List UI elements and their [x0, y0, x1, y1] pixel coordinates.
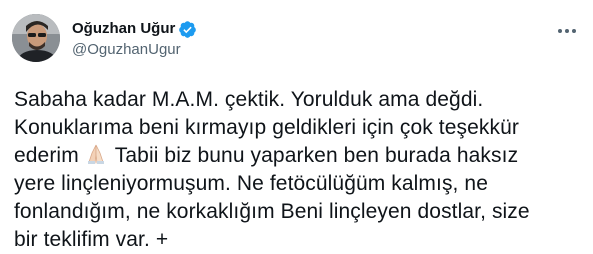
- profile-photo-icon: [12, 14, 60, 62]
- more-options-icon: [558, 29, 576, 33]
- verified-badge-icon: [178, 20, 197, 39]
- folded-hands-emoji-icon: [83, 143, 109, 165]
- tweet-line: Konuklarıma beni kırmayıp geldikleri içi…: [14, 116, 519, 139]
- tweet-line: bir teklifim var. +: [14, 226, 586, 254]
- tweet-line-segment: bir teklifim var. +: [14, 228, 169, 251]
- tweet-line: fonlandığım, ne korkaklığım Beni linçley…: [14, 200, 530, 223]
- user-handle[interactable]: @OguzhanUgur: [72, 40, 197, 60]
- tweet-line: Sabaha kadar M.A.M. çektik. Yorulduk ama…: [14, 88, 484, 111]
- avatar[interactable]: [12, 14, 60, 62]
- tweet-line-segment: ederim: [14, 144, 79, 167]
- display-name[interactable]: Oğuzhan Uğur: [72, 19, 175, 39]
- more-options-button[interactable]: [555, 24, 579, 38]
- name-row: Oğuzhan Uğur: [72, 19, 197, 39]
- tweet-line-segment: Tabii biz bunu yaparken ben burada haksı…: [114, 144, 519, 167]
- tweet-header: Oğuzhan Uğur @OguzhanUgur: [72, 19, 197, 60]
- tweet-line: ederim Tabii biz bunu yaparken ben burad…: [14, 142, 586, 170]
- tweet-card: Oğuzhan Uğur @OguzhanUgur Sabaha kadar M…: [0, 0, 593, 254]
- tweet-line: yere linçleniyormuşum. Ne fetöcülüğüm ka…: [14, 172, 488, 195]
- tweet-text: Sabaha kadar M.A.M. çektik. Yorulduk ama…: [14, 86, 586, 254]
